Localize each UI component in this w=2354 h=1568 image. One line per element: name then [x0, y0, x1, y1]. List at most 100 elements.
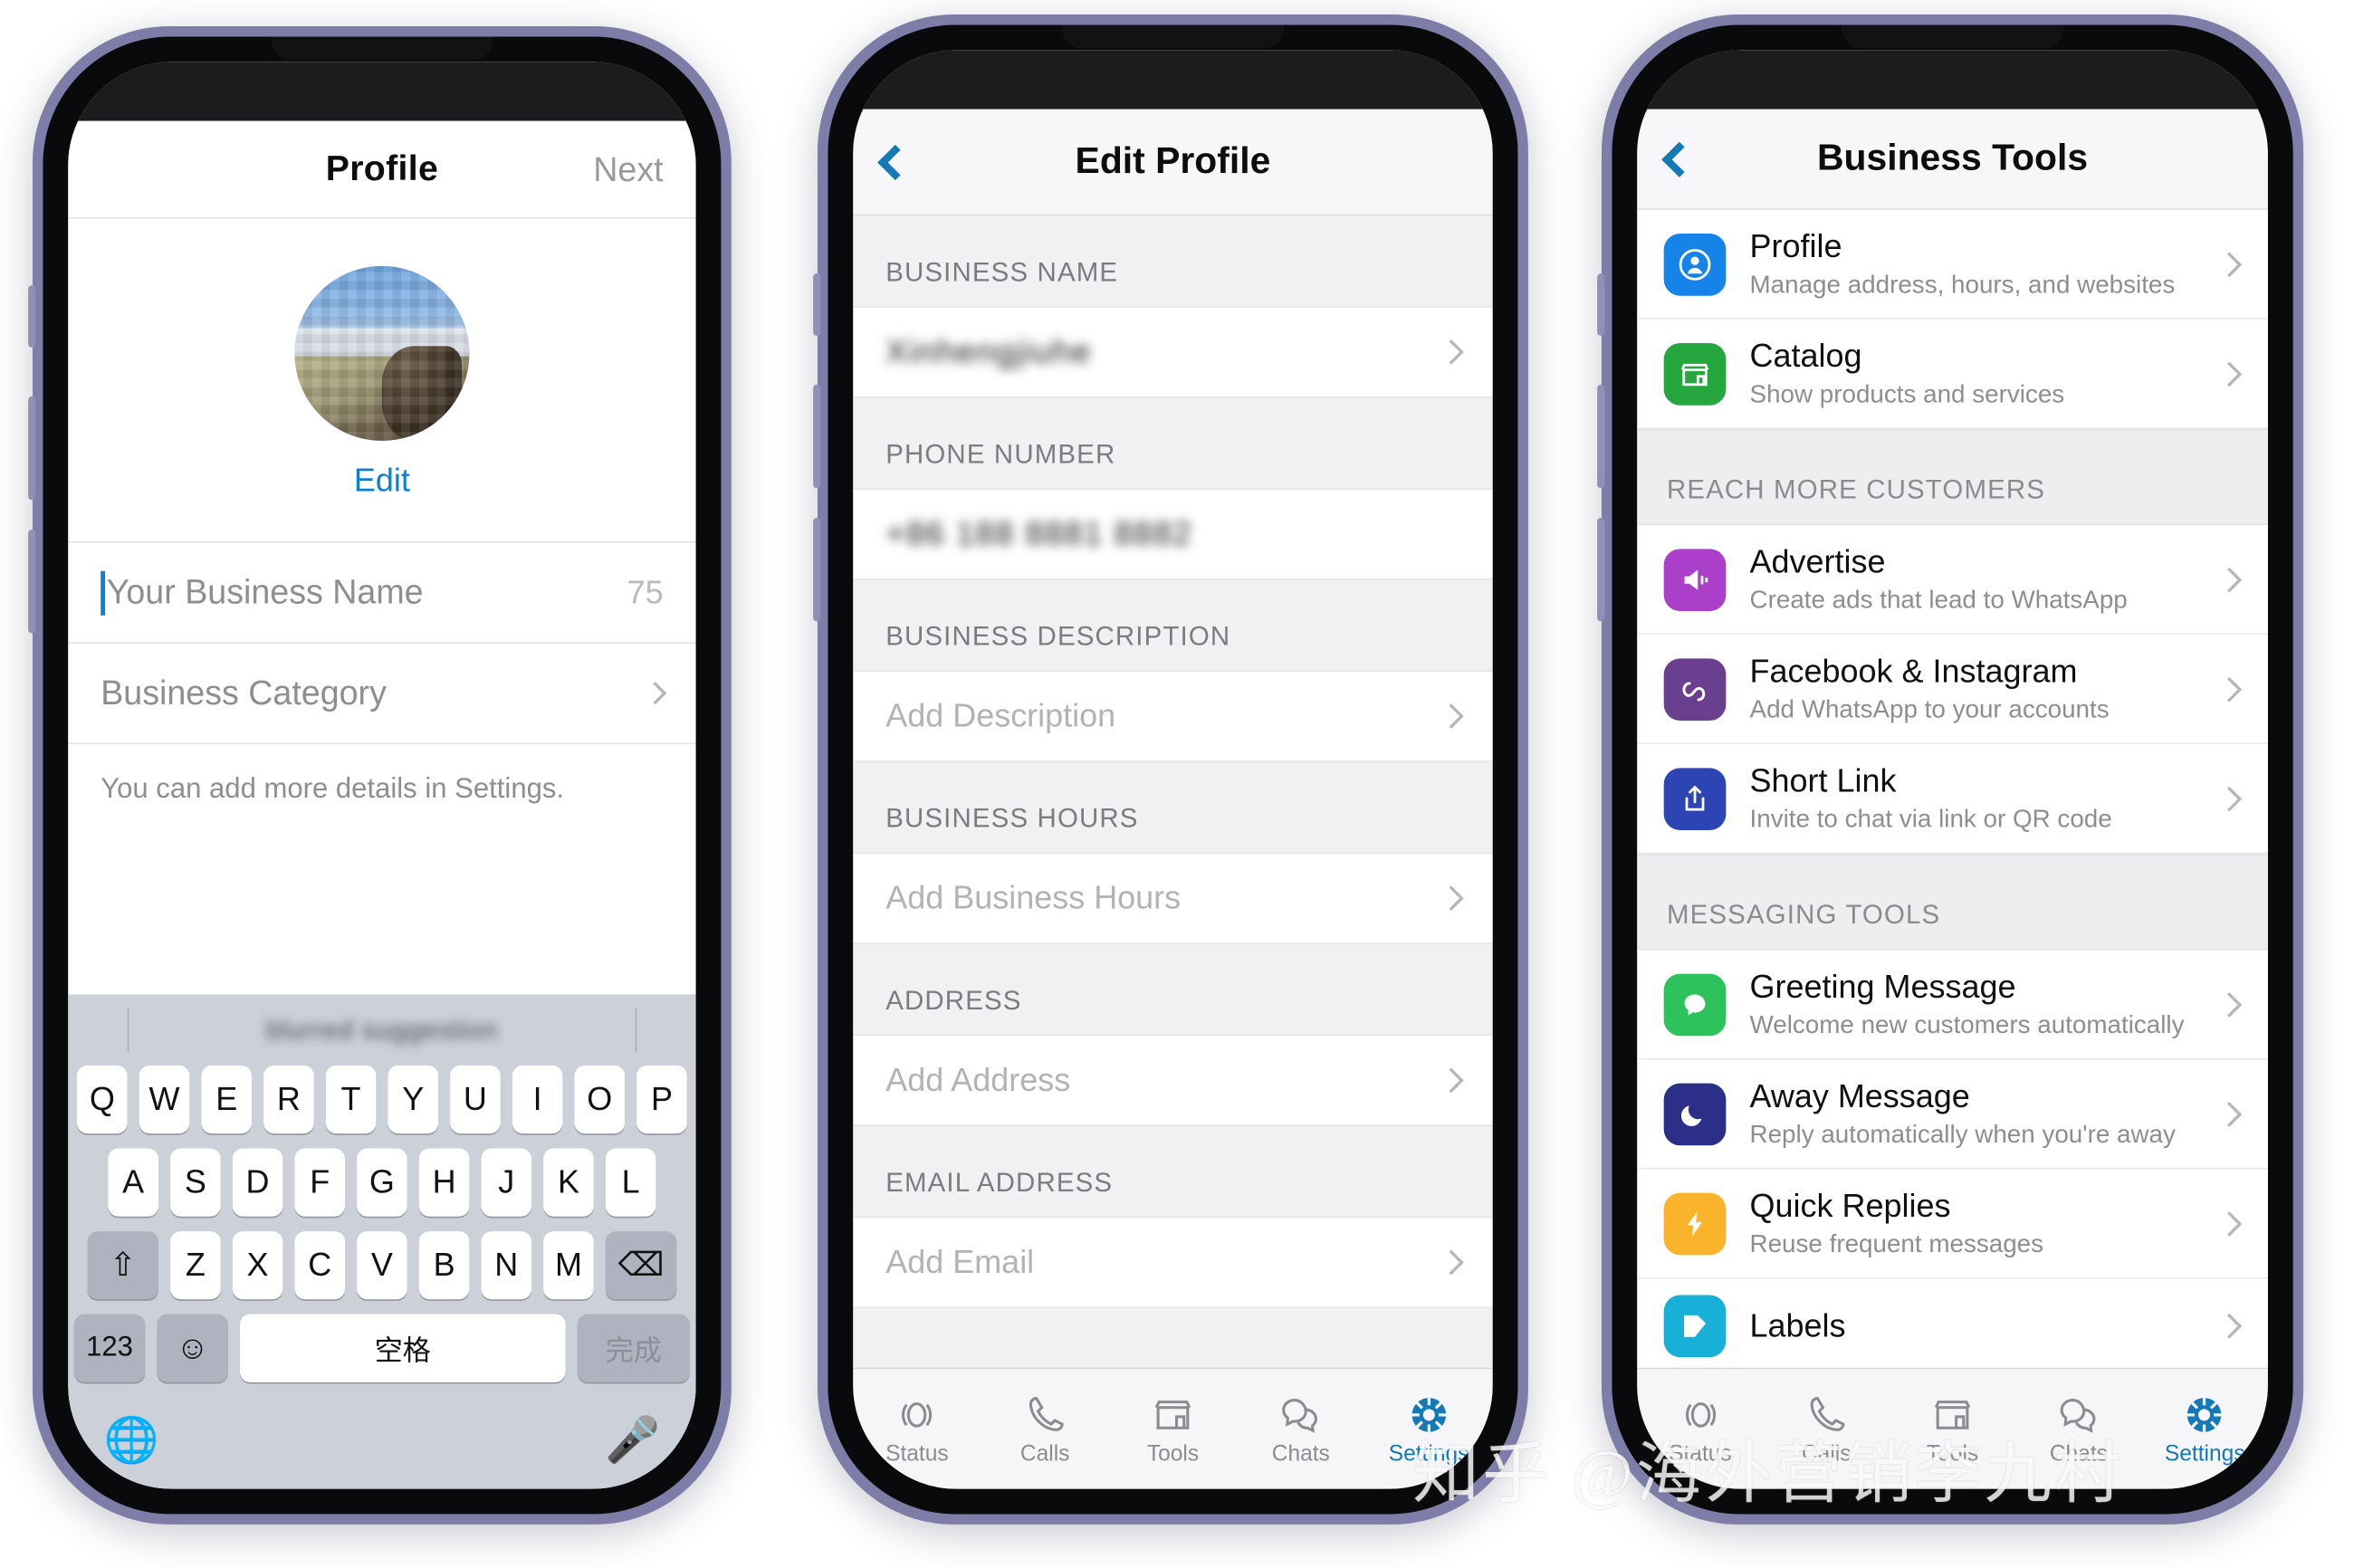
key-h[interactable]: H [418, 1148, 470, 1218]
onscreen-keyboard: blurred suggestion Q W E R T Y U I O P A… [68, 994, 696, 1490]
key-r[interactable]: R [263, 1066, 314, 1134]
done-key[interactable]: 完成 [577, 1315, 691, 1383]
text-caret [100, 570, 106, 616]
next-button[interactable]: Next [593, 149, 663, 189]
tool-title: Labels [1749, 1306, 1846, 1344]
bolt-icon [1663, 1192, 1727, 1255]
notch [271, 36, 493, 62]
tool-row-greeting-message[interactable]: Greeting Message Welcome new customers a… [1637, 950, 2269, 1060]
business-name-input[interactable]: Your Business Name 75 [68, 543, 696, 645]
key-m[interactable]: M [543, 1231, 594, 1300]
key-e[interactable]: E [201, 1066, 252, 1134]
tool-title: Facebook & Instagram [1749, 652, 2078, 690]
key-t[interactable]: T [325, 1066, 377, 1134]
row-business-name[interactable]: Xinhengjiuhe [852, 306, 1493, 398]
gear-icon [1411, 1397, 1446, 1432]
tab-tools[interactable]: Tools [1890, 1392, 2015, 1467]
key-g[interactable]: G [357, 1148, 407, 1218]
row-email[interactable]: Add Email [852, 1217, 1493, 1309]
key-o[interactable]: O [574, 1066, 626, 1134]
row-business-description[interactable]: Add Description [852, 670, 1493, 763]
tool-row-away-message[interactable]: Away Message Reply automatically when yo… [1637, 1059, 2269, 1170]
key-v[interactable]: V [357, 1231, 407, 1300]
tool-row-advertise[interactable]: Advertise Create ads that lead to WhatsA… [1637, 525, 2269, 636]
chevron-right-icon [1438, 1067, 1464, 1094]
tool-row-short-link[interactable]: Short Link Invite to chat via link or QR… [1637, 744, 2269, 855]
numbers-key[interactable]: 123 [73, 1315, 146, 1383]
chevron-right-icon [2216, 567, 2243, 593]
tool-row-facebook-instagram[interactable]: Facebook & Instagram Add WhatsApp to you… [1637, 635, 2269, 745]
business-category-row[interactable]: Business Category [68, 644, 696, 745]
volume-up-button[interactable] [812, 385, 820, 489]
volume-down-button[interactable] [812, 518, 820, 622]
add-email-placeholder: Add Email [885, 1243, 1034, 1281]
backspace-key[interactable]: ⌫ [605, 1231, 677, 1300]
back-chevron-icon[interactable] [1661, 141, 1698, 177]
tab-calls[interactable]: Calls [981, 1392, 1108, 1467]
key-l[interactable]: L [605, 1148, 656, 1218]
row-phone-number[interactable]: +86 188 8881 8882 [852, 488, 1493, 580]
mute-switch[interactable] [28, 285, 36, 349]
key-y[interactable]: Y [388, 1066, 439, 1134]
tool-row-quick-replies[interactable]: Quick Replies Reuse frequent messages [1637, 1169, 2269, 1279]
tab-tools[interactable]: Tools [1108, 1392, 1236, 1467]
volume-up-button[interactable] [1597, 385, 1605, 489]
screen-profile: Profile Next Edit Your Business Name 75 [68, 62, 696, 1490]
key-u[interactable]: U [450, 1066, 501, 1134]
tool-row-catalog[interactable]: Catalog Show products and services [1637, 320, 2269, 430]
key-s[interactable]: S [170, 1148, 221, 1218]
tab-settings[interactable]: Settings [2142, 1392, 2268, 1467]
emoji-key[interactable]: ☺ [157, 1315, 228, 1383]
avatar[interactable] [294, 266, 470, 442]
tab-status[interactable]: Status [853, 1392, 981, 1467]
prediction-bar[interactable]: blurred suggestion [68, 995, 695, 1066]
chevron-right-icon [2216, 252, 2243, 277]
key-i[interactable]: I [512, 1066, 563, 1134]
key-d[interactable]: D [232, 1148, 283, 1218]
status-icon [1685, 1401, 1716, 1428]
tab-calls[interactable]: Calls [1764, 1392, 1890, 1467]
tool-subtitle: Create ads that lead to WhatsApp [1749, 585, 2129, 614]
tool-text: Advertise Create ads that lead to WhatsA… [1749, 544, 2221, 615]
key-p[interactable]: P [636, 1066, 687, 1134]
tab-settings[interactable]: Settings [1364, 1392, 1492, 1467]
key-w[interactable]: W [139, 1066, 190, 1134]
tool-row-labels[interactable]: Labels [1637, 1278, 2269, 1368]
volume-down-button[interactable] [1597, 518, 1605, 622]
mic-icon[interactable]: 🎤 [605, 1419, 660, 1464]
key-j[interactable]: J [481, 1148, 532, 1218]
tab-chats[interactable]: Chats [2016, 1392, 2142, 1467]
gear-icon [2187, 1397, 2223, 1432]
space-key[interactable]: 空格 [239, 1315, 566, 1383]
tab-label: Settings [2165, 1440, 2245, 1467]
tab-status[interactable]: Status [1638, 1392, 1764, 1467]
key-c[interactable]: C [294, 1231, 346, 1300]
shift-key[interactable]: ⇧ [87, 1231, 158, 1300]
store-icon [1154, 1400, 1191, 1429]
edit-photo-link[interactable]: Edit [68, 462, 695, 501]
key-a[interactable]: A [108, 1148, 158, 1218]
status-bar [1637, 50, 2269, 110]
globe-icon[interactable]: 🌐 [103, 1419, 158, 1464]
section-header-address: ADDRESS [852, 944, 1493, 1036]
volume-down-button[interactable] [28, 530, 36, 634]
back-chevron-icon[interactable] [876, 144, 914, 180]
tool-subtitle: Manage address, hours, and websites [1749, 270, 2176, 299]
mute-switch[interactable] [1597, 273, 1605, 337]
key-f[interactable]: F [294, 1148, 346, 1218]
tab-chats[interactable]: Chats [1237, 1392, 1364, 1467]
key-z[interactable]: Z [170, 1231, 221, 1300]
key-b[interactable]: B [418, 1231, 470, 1300]
key-k[interactable]: K [543, 1148, 594, 1218]
key-x[interactable]: X [232, 1231, 283, 1300]
tool-title: Quick Replies [1749, 1187, 1951, 1225]
mute-switch[interactable] [812, 273, 820, 337]
tool-row-profile[interactable]: Profile Manage address, hours, and websi… [1637, 210, 2269, 320]
prediction-text: blurred suggestion [265, 1014, 499, 1045]
row-address[interactable]: Add Address [852, 1035, 1493, 1127]
phone-icon [1028, 1396, 1063, 1431]
row-business-hours[interactable]: Add Business Hours [852, 852, 1493, 945]
volume-up-button[interactable] [28, 397, 36, 501]
key-n[interactable]: N [481, 1231, 532, 1300]
key-q[interactable]: Q [77, 1066, 128, 1134]
